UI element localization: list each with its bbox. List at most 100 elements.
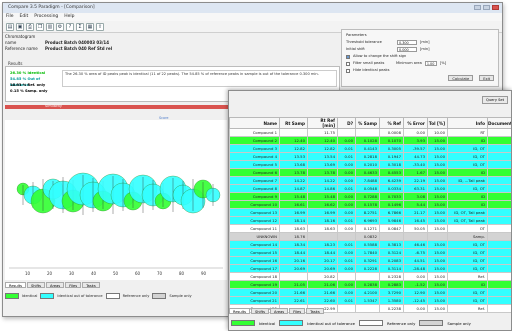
column-header[interactable]: Rt Ref [min] — [307, 117, 338, 129]
table-cell — [487, 200, 511, 209]
table-cell: 12.40 — [279, 136, 308, 145]
table-row[interactable]: Compound 8 14.87 14.86 0.01 0.0548 0.0334 63.3… — [229, 184, 511, 193]
open-icon[interactable]: ▤ — [6, 22, 14, 31]
tab-tasks[interactable]: Tasks — [82, 282, 100, 288]
table-cell — [487, 216, 511, 225]
exit-button[interactable]: Exit — [479, 74, 494, 81]
table-cell: 20.82 — [307, 272, 338, 281]
table-row[interactable]: Compound 19 21.05 21.06 0.00 0.2838 0.2883 -1.… — [229, 280, 511, 289]
table-icon[interactable]: ▦ — [86, 22, 94, 31]
filter-small-checkbox[interactable] — [346, 61, 350, 66]
calculate-button[interactable]: Calculate — [448, 74, 474, 81]
table-cell: 21.06 — [307, 280, 338, 289]
grid-legend-swatch-out-tol — [279, 320, 304, 326]
export-icon[interactable]: ⇪ — [96, 22, 104, 31]
table-cell: Compound 9 — [229, 192, 280, 201]
bubble-plot[interactable]: 10 20 30 40 50 60 70 80 90 — [5, 120, 227, 280]
tab-shifts[interactable]: Shifts — [26, 282, 46, 288]
results-title: Results — [8, 61, 23, 66]
min-area-input[interactable]: 1.00 — [424, 61, 437, 66]
grid-tab-tasks[interactable]: Tasks — [306, 308, 324, 314]
table-row[interactable]: Compound 21 22.61 22.60 0.01 1.5347 1.3580 -12… — [229, 296, 511, 305]
table-row[interactable]: Compound 5 13.68 13.69 0.00 0.2010 0.3018 -33.… — [229, 160, 511, 169]
table-row[interactable]: UNKNOWN 18.76 0.0832 Samp. — [229, 232, 511, 241]
comparison-table: Name Rt Samp Rt Ref [min] D?% Samp% Ref% Er… — [229, 117, 511, 313]
maximize-button[interactable] — [483, 5, 490, 10]
calc-icon[interactable]: Σ — [76, 22, 84, 31]
table-row[interactable]: Compound 7 14.22 14.22 0.00 7.8488 6.4239 22.1… — [229, 176, 511, 185]
table-row[interactable]: Compound 4 13.53 13.54 0.01 0.2818 0.1947 44.7… — [229, 152, 511, 161]
table-row[interactable]: Compound 9 15.48 15.48 0.00 0.7288 0.7033 3.08… — [229, 192, 511, 201]
table-cell — [279, 272, 308, 281]
column-header[interactable]: % Samp — [355, 117, 380, 129]
table-cell — [403, 232, 428, 241]
table-cell: 18.23 — [307, 240, 338, 249]
column-header[interactable]: % Ref — [379, 117, 404, 129]
table-cell: 14.22 — [279, 176, 308, 185]
table-cell: 1.3580 — [379, 296, 404, 305]
chart-icon[interactable]: ▥ — [46, 22, 54, 31]
menu-edit[interactable]: Edit — [20, 13, 29, 21]
table-cell: Compound 21 — [229, 296, 280, 305]
table-row[interactable]: Compound 10 16.61 16.62 0.00 0.1578 0.1496 5.4… — [229, 200, 511, 209]
table-row[interactable]: Compound 15 18.44 18.44 0.00 1.7840 0.3124 -6.… — [229, 248, 511, 257]
menu-file[interactable]: File — [6, 13, 14, 21]
table-row[interactable]: Compound 13 16.99 16.99 0.00 8.2751 6.7866 21.… — [229, 208, 511, 217]
grid-tab-areas[interactable]: Areas — [270, 308, 289, 314]
table-row[interactable]: Compound 1 11.75 0.0008 0.00 10.00 RT — [229, 128, 511, 137]
grid-tab-files[interactable]: Files — [289, 308, 306, 314]
minimize-button[interactable] — [474, 5, 481, 10]
table-cell: ID, OT — [447, 264, 488, 273]
column-header[interactable]: Info — [447, 117, 488, 129]
table-row[interactable]: Compound 16 20.16 20.17 0.01 0.3291 0.2083 44.… — [229, 256, 511, 265]
table-row[interactable]: Compound 6 13.78 13.78 0.00 0.4633 0.4553 1.67… — [229, 168, 511, 177]
table-row[interactable]: Compound 11 18.63 18.63 0.00 0.1271 0.0847 50.… — [229, 224, 511, 233]
table-cell: 0.00 — [337, 224, 356, 233]
table-cell: 14.87 — [279, 184, 308, 193]
table-row[interactable]: Compound 18 20.82 0.2328 0.00 15.00 Ref. — [229, 272, 511, 281]
window-title: Compare 3.5 Paradigm - [Comparison] — [8, 5, 95, 10]
menu-processing[interactable]: Processing — [34, 13, 58, 21]
table-cell — [487, 224, 511, 233]
table-row[interactable]: Compound 2 12.40 12.40 0.00 0.1028 0.1070 3.93… — [229, 136, 511, 145]
table-cell: 15.00 — [427, 272, 448, 281]
save-icon[interactable]: ▣ — [16, 22, 24, 31]
table-cell: 0.0008 — [379, 128, 404, 137]
threshold-input[interactable]: 0.300 — [397, 40, 417, 45]
help-icon[interactable]: ? — [66, 22, 74, 31]
grid-tab-results[interactable]: Results — [229, 308, 250, 314]
hide-identical-checkbox[interactable] — [346, 68, 350, 73]
settings-icon[interactable]: ⚙ — [56, 22, 64, 31]
copy-icon[interactable]: ❐ — [36, 22, 44, 31]
table-cell: Compound 10 — [229, 200, 280, 209]
column-header[interactable]: Documentation — [487, 117, 511, 129]
table-cell: 21.66 — [307, 288, 338, 297]
tab-areas[interactable]: Areas — [46, 282, 65, 288]
table-row[interactable]: Compound 14 18.34 18.23 0.01 0.5588 0.3813 46.… — [229, 240, 511, 249]
table-cell: 3.93 — [403, 136, 428, 145]
column-header[interactable]: Tol [%] — [427, 117, 448, 129]
column-header[interactable]: Name — [229, 117, 280, 129]
menu-help[interactable]: Help — [64, 13, 74, 21]
table-row[interactable]: Compound 20 21.66 21.66 0.00 4.2100 3.7290 12.… — [229, 288, 511, 297]
initial-shift-input[interactable]: 0.000 — [397, 47, 417, 52]
query-set-button[interactable]: Query Set — [482, 96, 508, 104]
table-cell: 0.3114 — [379, 264, 404, 273]
table-cell: 15.00 — [427, 288, 448, 297]
close-button[interactable] — [492, 5, 499, 10]
tab-results[interactable]: Results — [5, 282, 26, 288]
grid-tab-shifts[interactable]: Shifts — [250, 308, 270, 314]
print-icon[interactable]: ⎙ — [26, 22, 34, 31]
column-header[interactable]: Rt Samp — [279, 117, 308, 129]
allow-shift-checkbox[interactable] — [346, 54, 350, 59]
table-cell: 1.5347 — [355, 296, 380, 305]
table-row[interactable]: Compound 3 12.82 12.82 0.01 0.4143 0.3005 -39.… — [229, 144, 511, 153]
table-row[interactable]: Compound 12 18.14 18.16 0.01 6.9693 5.9846 16.… — [229, 216, 511, 225]
table-cell: 22.60 — [307, 296, 338, 305]
tab-files[interactable]: Files — [65, 282, 82, 288]
column-header[interactable]: % Error — [403, 117, 428, 129]
table-row[interactable]: Compound 17 20.69 20.69 0.00 0.2228 0.3114 -28… — [229, 264, 511, 273]
result-samp-only[interactable]: 0.15 % Samp. only — [8, 88, 58, 94]
column-header[interactable]: D? — [337, 117, 356, 129]
table-cell — [487, 240, 511, 249]
